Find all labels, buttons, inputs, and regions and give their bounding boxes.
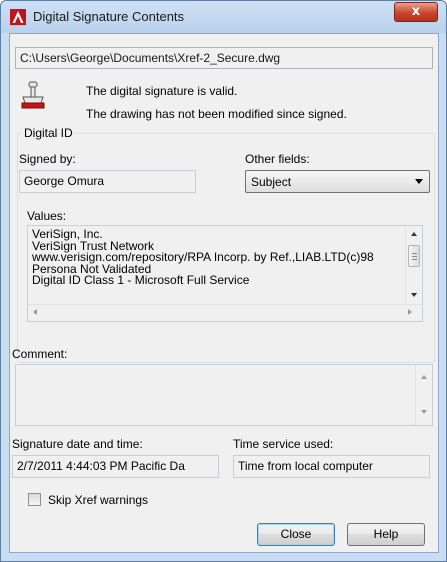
autocad-icon — [10, 9, 26, 25]
other-fields-label: Other fields: — [245, 152, 310, 166]
comment-label: Comment: — [12, 347, 68, 361]
values-label: Values: — [27, 209, 67, 223]
signature-date-field: 2/7/2011 4:44:03 PM Pacific Da — [12, 455, 219, 478]
digital-id-legend: Digital ID — [21, 126, 76, 140]
signature-stamp-icon — [21, 81, 45, 109]
signature-date-label: Signature date and time: — [12, 437, 143, 451]
scroll-right-arrow-icon[interactable] — [408, 309, 412, 315]
values-vertical-scrollbar[interactable] — [405, 226, 422, 305]
skip-xref-label[interactable]: Skip Xref warnings — [48, 493, 148, 507]
close-window-button[interactable]: x — [394, 2, 438, 22]
skip-xref-checkbox[interactable] — [28, 493, 41, 506]
file-path-field: C:\Users\George\Documents\Xref-2_Secure.… — [15, 47, 433, 69]
signature-valid-text: The digital signature is valid. — [86, 84, 238, 98]
other-fields-dropdown[interactable]: Subject — [245, 170, 430, 193]
drawing-unmodified-text: The drawing has not been modified since … — [86, 107, 347, 121]
dialog-body: C:\Users\George\Documents\Xref-2_Secure.… — [9, 33, 439, 553]
title-bar[interactable]: Digital Signature Contents x — [1, 1, 446, 33]
window-title: Digital Signature Contents — [33, 9, 185, 24]
scroll-left-arrow-icon[interactable] — [33, 309, 37, 315]
time-service-label: Time service used: — [233, 437, 334, 451]
values-list[interactable]: VeriSign, Inc. VeriSign Trust Network ww… — [27, 225, 423, 322]
scroll-thumb[interactable] — [408, 245, 420, 267]
scroll-up-arrow-icon[interactable] — [411, 232, 417, 236]
chevron-down-icon — [415, 179, 423, 184]
scroll-down-arrow-icon[interactable] — [411, 293, 417, 297]
signed-by-label: Signed by: — [19, 152, 76, 166]
dialog-window: Digital Signature Contents x C:\Users\Ge… — [0, 0, 447, 562]
help-button[interactable]: Help — [347, 523, 425, 546]
other-fields-selected: Subject — [251, 175, 292, 189]
values-text: VeriSign, Inc. VeriSign Trust Network ww… — [32, 228, 374, 287]
values-line: Digital ID Class 1 - Microsoft Full Serv… — [32, 273, 250, 287]
comment-field[interactable] — [15, 364, 433, 426]
close-icon: x — [411, 4, 421, 19]
time-service-field: Time from local computer — [233, 455, 430, 478]
values-horizontal-scrollbar[interactable] — [28, 304, 422, 321]
scroll-up-arrow-icon[interactable] — [421, 375, 427, 379]
close-button[interactable]: Close — [257, 523, 335, 546]
scroll-down-arrow-icon[interactable] — [421, 410, 427, 414]
comment-scrollbar[interactable] — [415, 365, 432, 425]
signed-by-field: George Omura — [19, 170, 196, 193]
